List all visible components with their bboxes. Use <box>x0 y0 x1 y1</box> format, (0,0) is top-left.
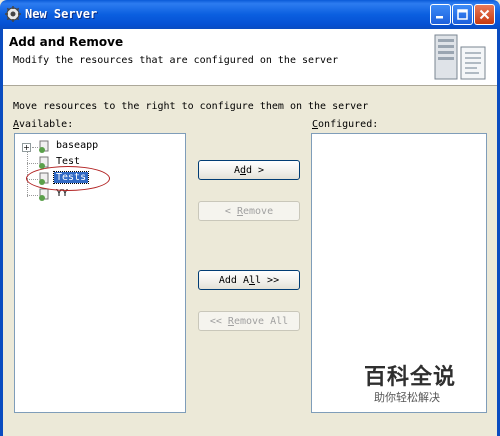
title-bar[interactable]: New Server <box>0 0 500 29</box>
configured-label: Configured: <box>312 119 378 130</box>
tree-item-baseapp[interactable]: + baseapp <box>15 140 185 154</box>
btn-text: emove All <box>233 315 289 327</box>
remove-button[interactable]: < Remove <box>198 201 300 221</box>
btn-text: d > <box>246 164 265 176</box>
watermark-title: 百科全说 <box>364 365 457 390</box>
btn-text: Add A <box>218 274 249 286</box>
maximize-button[interactable] <box>452 4 473 25</box>
minimize-icon <box>436 16 443 19</box>
minimize-button[interactable] <box>430 4 451 25</box>
available-label-rest: vailable: <box>19 119 74 130</box>
server-gear-icon <box>5 6 21 22</box>
btn-text: < <box>224 205 237 217</box>
available-label: Available: <box>13 119 73 130</box>
project-icon <box>39 140 49 153</box>
window-frame-left <box>0 29 3 436</box>
add-button[interactable]: Add > <box>198 160 300 180</box>
wizard-header: Add and Remove Modify the resources that… <box>3 29 497 86</box>
add-all-button[interactable]: Add All >> <box>198 270 300 290</box>
expand-plus-icon[interactable]: + <box>22 143 31 152</box>
page-description: Modify the resources that are configured… <box>13 55 339 66</box>
page-title: Add and Remove <box>9 35 124 49</box>
watermark-subtitle: 助你轻松解决 <box>374 391 440 404</box>
btn-text: emove <box>242 205 274 217</box>
btn-text: l >> <box>255 274 280 286</box>
configured-label-rest: onfigured: <box>318 119 379 130</box>
btn-text: << <box>209 315 228 327</box>
watermark: 百科全说 助你轻松解决 <box>348 355 468 411</box>
close-icon <box>479 9 490 20</box>
instructions-text: Move resources to the right to configure… <box>13 101 369 112</box>
window-title: New Server <box>25 7 98 21</box>
project-icon <box>39 188 49 201</box>
remove-all-button[interactable]: << Remove All <box>198 311 300 331</box>
close-button[interactable] <box>474 4 495 25</box>
tree-item-yy[interactable]: YY <box>15 188 185 202</box>
tree-item-label: baseapp <box>56 140 99 151</box>
annotation-oval <box>26 166 110 191</box>
maximize-icon <box>457 9 468 20</box>
server-wizard-icon <box>434 34 486 80</box>
